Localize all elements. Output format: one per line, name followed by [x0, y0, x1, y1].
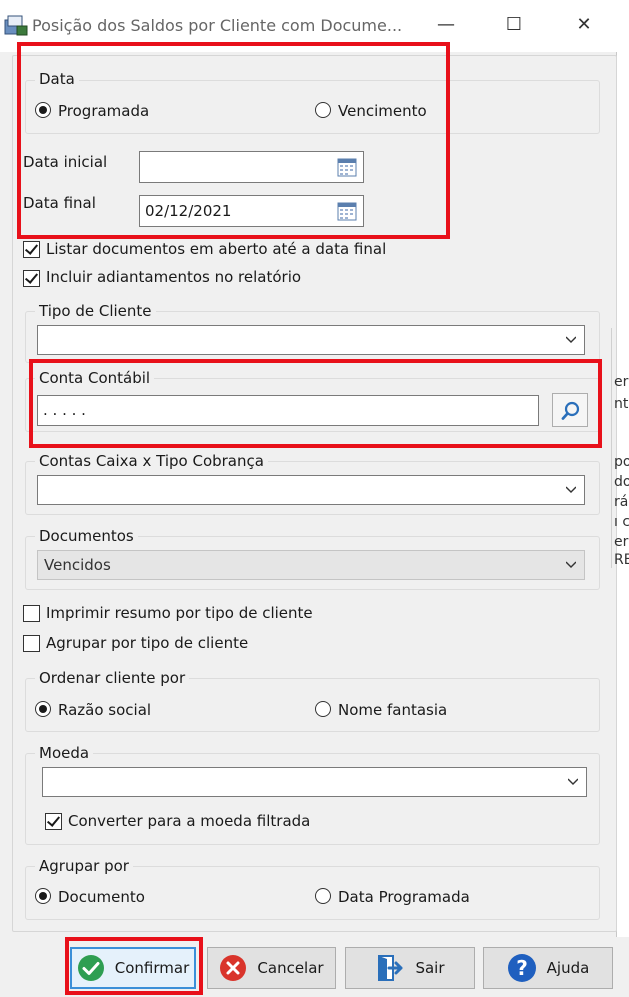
- incluir-adiantamentos-label[interactable]: Incluir adiantamentos no relatório: [46, 268, 301, 286]
- radio-documento[interactable]: [35, 888, 51, 904]
- documentos-title: Documentos: [35, 527, 138, 545]
- moeda-title: Moeda: [35, 744, 94, 762]
- listar-documentos-label[interactable]: Listar documentos em aberto até a data f…: [46, 240, 386, 258]
- agrupar-title: Agrupar por: [35, 857, 133, 875]
- agrupar-tipo-checkbox[interactable]: [23, 635, 40, 652]
- highlight-box-conta: [29, 359, 602, 448]
- listar-documentos-checkbox[interactable]: [23, 241, 40, 258]
- window-title: Posição dos Saldos por Cliente com Docum…: [32, 16, 403, 35]
- highlight-box-confirm: [65, 937, 203, 995]
- sair-label: Sair: [415, 959, 445, 977]
- imprimir-resumo-checkbox[interactable]: [23, 605, 40, 622]
- cancelar-label: Cancelar: [257, 959, 324, 977]
- radio-razao-social-label[interactable]: Razão social: [58, 701, 151, 719]
- minimize-icon: —: [437, 14, 455, 35]
- incluir-adiantamentos-checkbox[interactable]: [23, 270, 40, 287]
- chevron-down-icon: [566, 336, 576, 343]
- exit-icon: [378, 955, 403, 981]
- background-text: RE: [614, 552, 629, 568]
- highlight-box-date: [17, 42, 450, 239]
- sair-button[interactable]: Sair: [345, 947, 475, 989]
- imprimir-resumo-label[interactable]: Imprimir resumo por tipo de cliente: [46, 604, 313, 622]
- converter-moeda-checkbox[interactable]: [45, 813, 62, 830]
- contas-caixa-select[interactable]: [37, 475, 585, 505]
- background-text: do: [614, 474, 629, 490]
- ordenar-title: Ordenar cliente por: [35, 669, 190, 687]
- chevron-down-icon: [566, 561, 576, 568]
- background-window-border: [611, 328, 612, 568]
- radio-nome-fantasia-label[interactable]: Nome fantasia: [338, 701, 447, 719]
- chevron-down-icon: [566, 486, 576, 493]
- documentos-select[interactable]: Vencidos: [37, 550, 585, 580]
- radio-razao-social[interactable]: [35, 701, 51, 717]
- background-text: er: [614, 374, 629, 390]
- converter-moeda-label[interactable]: Converter para a moeda filtrada: [68, 812, 310, 830]
- radio-nome-fantasia[interactable]: [315, 701, 331, 717]
- app-icon: [4, 15, 28, 36]
- radio-documento-label[interactable]: Documento: [58, 888, 145, 906]
- moeda-select[interactable]: [42, 767, 587, 797]
- ajuda-button[interactable]: ? Ajuda: [483, 947, 613, 989]
- background-text: rá: [614, 494, 629, 510]
- radio-data-programada-label[interactable]: Data Programada: [338, 888, 470, 906]
- tipo-cliente-title: Tipo de Cliente: [35, 302, 156, 320]
- maximize-icon: ☐: [505, 14, 523, 35]
- help-icon: ?: [507, 954, 536, 982]
- background-text: po: [614, 454, 629, 470]
- background-text: nt: [614, 396, 629, 412]
- maximize-button[interactable]: ☐: [496, 10, 532, 40]
- radio-data-programada[interactable]: [315, 888, 331, 904]
- tipo-cliente-select[interactable]: [37, 325, 585, 355]
- minimize-button[interactable]: —: [428, 10, 464, 40]
- cancel-icon: [220, 955, 247, 981]
- agrupar-tipo-label[interactable]: Agrupar por tipo de cliente: [46, 634, 248, 652]
- ajuda-label: Ajuda: [546, 959, 590, 977]
- background-text: er: [614, 534, 629, 550]
- cancelar-button[interactable]: Cancelar: [207, 947, 336, 989]
- background-text: ı c: [614, 514, 629, 530]
- contas-caixa-title: Contas Caixa x Tipo Cobrança: [35, 452, 268, 470]
- svg-text:?: ?: [516, 956, 528, 980]
- close-button[interactable]: ✕: [566, 10, 602, 40]
- chevron-down-icon: [568, 778, 578, 785]
- close-icon: ✕: [576, 14, 592, 35]
- documentos-value: Vencidos: [44, 556, 111, 574]
